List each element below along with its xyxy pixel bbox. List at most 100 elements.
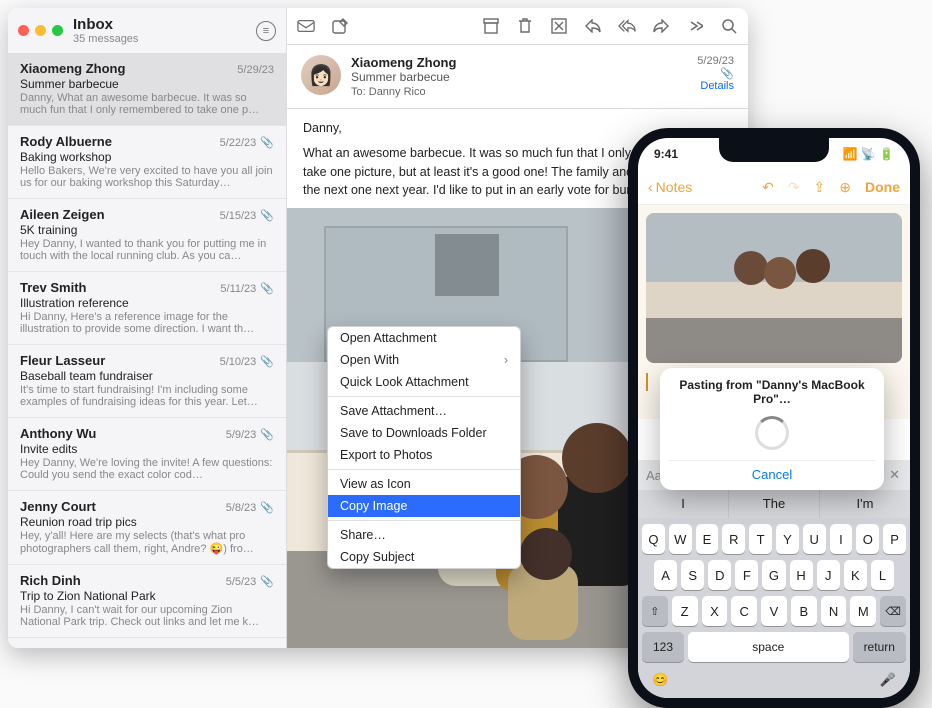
compose-icon[interactable]: [331, 17, 349, 35]
num-key[interactable]: 123: [642, 632, 684, 662]
redo-icon[interactable]: ↷: [788, 179, 800, 196]
message-list[interactable]: Xiaomeng Zhong5/29/23 Summer barbecue Da…: [8, 53, 286, 648]
search-icon[interactable]: [720, 17, 738, 35]
suggestion-bar: ITheI'm: [638, 490, 910, 518]
close-window-button[interactable]: [18, 25, 29, 36]
suggestion[interactable]: The: [729, 490, 820, 518]
key-s[interactable]: S: [681, 560, 704, 590]
junk-icon[interactable]: [550, 17, 568, 35]
message-item[interactable]: Rich Dinh5/5/23📎 Trip to Zion National P…: [8, 565, 286, 638]
back-button[interactable]: ‹ Notes: [648, 179, 692, 195]
details-link[interactable]: Details: [697, 80, 734, 92]
key-k[interactable]: K: [844, 560, 867, 590]
message-item[interactable]: Xiaomeng Zhong5/29/23 Summer barbecue Da…: [8, 53, 286, 126]
key-d[interactable]: D: [708, 560, 731, 590]
shift-key[interactable]: ⇧: [642, 596, 668, 626]
msg-preview: Danny, What an awesome barbecue. It was …: [20, 92, 274, 116]
archive-icon[interactable]: [482, 17, 500, 35]
key-a[interactable]: A: [654, 560, 677, 590]
key-h[interactable]: H: [790, 560, 813, 590]
msg-date: 5/5/23📎: [226, 575, 274, 588]
context-menu-item[interactable]: Export to Photos: [328, 444, 520, 466]
toolbar: [287, 8, 748, 45]
key-o[interactable]: O: [856, 524, 879, 554]
key-e[interactable]: E: [696, 524, 719, 554]
iphone-device: 9:41 📶 📡 🔋 ‹ Notes ↶ ↷ ⇪ ⊕ Done: [628, 128, 920, 708]
key-j[interactable]: J: [817, 560, 840, 590]
context-menu-item[interactable]: Copy Image: [328, 495, 520, 517]
space-key[interactable]: space: [688, 632, 849, 662]
to-value: Danny Rico: [369, 86, 426, 98]
msg-from: Rich Dinh: [20, 573, 81, 588]
reply-icon[interactable]: [584, 17, 602, 35]
key-r[interactable]: R: [722, 524, 745, 554]
undo-icon[interactable]: ↶: [762, 179, 774, 196]
suggestion[interactable]: I: [638, 490, 729, 518]
message-item[interactable]: Rody Albuerne5/22/23📎 Baking workshop He…: [8, 126, 286, 199]
suggestion[interactable]: I'm: [820, 490, 910, 518]
share-icon[interactable]: ⇪: [814, 179, 826, 196]
key-b[interactable]: B: [791, 596, 817, 626]
key-f[interactable]: F: [735, 560, 758, 590]
msg-from: Aileen Zeigen: [20, 207, 105, 222]
context-menu-item[interactable]: Open Attachment: [328, 327, 520, 349]
key-t[interactable]: T: [749, 524, 772, 554]
msg-date: 5/15/23📎: [220, 209, 274, 222]
popover-cancel[interactable]: Cancel: [668, 460, 876, 482]
msg-date: 5/29/23: [237, 64, 274, 76]
key-x[interactable]: X: [702, 596, 728, 626]
message-header: 👩🏻 Xiaomeng Zhong Summer barbecue To: Da…: [287, 45, 748, 109]
message-item[interactable]: Fleur Lasseur5/10/23📎 Baseball team fund…: [8, 345, 286, 418]
key-c[interactable]: C: [731, 596, 757, 626]
key-i[interactable]: I: [830, 524, 853, 554]
key-p[interactable]: P: [883, 524, 906, 554]
key-g[interactable]: G: [762, 560, 785, 590]
message-item[interactable]: Jenny Court5/8/23📎 Reunion road trip pic…: [8, 491, 286, 565]
key-n[interactable]: N: [821, 596, 847, 626]
return-key[interactable]: return: [853, 632, 907, 662]
key-w[interactable]: W: [669, 524, 692, 554]
key-y[interactable]: Y: [776, 524, 799, 554]
msg-preview: Hello Bakers, We're very excited to have…: [20, 165, 274, 189]
message-item[interactable]: Anthony Wu5/9/23📎 Invite edits Hey Danny…: [8, 418, 286, 491]
mic-key[interactable]: 🎤: [880, 672, 896, 688]
key-q[interactable]: Q: [642, 524, 665, 554]
mailboxes-icon[interactable]: [297, 17, 315, 35]
sidebar-header: Inbox 35 messages ≡: [8, 8, 286, 53]
minimize-window-button[interactable]: [35, 25, 46, 36]
key-z[interactable]: Z: [672, 596, 698, 626]
backspace-key[interactable]: ⌫: [880, 596, 906, 626]
fullscreen-window-button[interactable]: [52, 25, 63, 36]
more-icon[interactable]: ⊕: [839, 179, 851, 196]
message-item[interactable]: Aileen Zeigen5/15/23📎 5K training Hey Da…: [8, 199, 286, 272]
msg-preview: Hey Danny, I wanted to thank you for put…: [20, 238, 274, 262]
msg-from: Trev Smith: [20, 280, 86, 295]
msg-from: Rody Albuerne: [20, 134, 112, 149]
msg-preview: Hi Danny, Here's a reference image for t…: [20, 311, 274, 335]
context-menu-item[interactable]: Save Attachment…: [328, 400, 520, 422]
key-v[interactable]: V: [761, 596, 787, 626]
back-label: Notes: [656, 179, 693, 195]
key-l[interactable]: L: [871, 560, 894, 590]
context-menu-item[interactable]: View as Icon: [328, 473, 520, 495]
message-item[interactable]: Trev Smith5/11/23📎 Illustration referenc…: [8, 272, 286, 345]
filter-icon[interactable]: ≡: [256, 21, 276, 41]
context-menu-item[interactable]: Open With: [328, 349, 520, 371]
emoji-key[interactable]: 😊: [652, 672, 668, 688]
msg-from: Fleur Lasseur: [20, 353, 105, 368]
msg-subject: Baking workshop: [20, 150, 274, 164]
done-button[interactable]: Done: [865, 179, 900, 195]
more-icon[interactable]: [686, 17, 704, 35]
close-icon[interactable]: ✕: [889, 467, 900, 483]
forward-icon[interactable]: [652, 17, 670, 35]
key-u[interactable]: U: [803, 524, 826, 554]
paste-popover: Pasting from "Danny's MacBook Pro"… Canc…: [660, 368, 884, 490]
reply-all-icon[interactable]: [618, 17, 636, 35]
window-controls: [18, 25, 63, 36]
trash-icon[interactable]: [516, 17, 534, 35]
key-m[interactable]: M: [850, 596, 876, 626]
context-menu-item[interactable]: Share…: [328, 524, 520, 546]
context-menu-item[interactable]: Quick Look Attachment: [328, 371, 520, 393]
context-menu-item[interactable]: Save to Downloads Folder: [328, 422, 520, 444]
context-menu-item[interactable]: Copy Subject: [328, 546, 520, 568]
